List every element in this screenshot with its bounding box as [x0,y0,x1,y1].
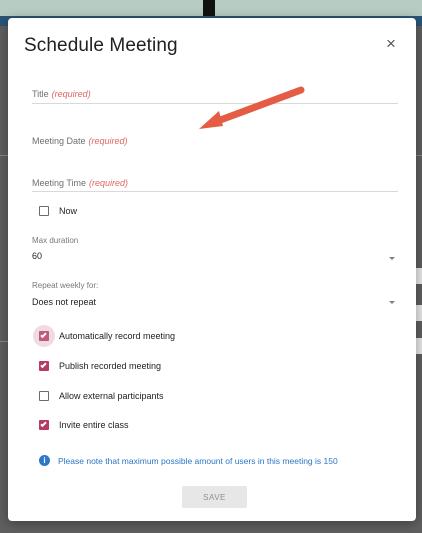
save-button[interactable]: SAVE [182,486,247,508]
capacity-note: i Please note that maximum possible amou… [39,455,338,466]
checkbox-focus-ring [33,325,55,347]
meeting-time-field[interactable]: Meeting Time (required) [32,174,398,192]
title-field-underline [32,103,398,104]
meeting-time-field-underline [32,191,398,192]
automatically-record-meeting-row[interactable]: Automatically record meeting [33,325,176,347]
background-tab-marker [203,0,215,16]
title-field-label: Title (required) [32,89,91,99]
repeat-weekly-label: Repeat weekly for: [32,281,99,290]
title-label-text: Title [32,89,49,99]
repeat-weekly-value: Does not repeat [32,297,97,307]
info-icon: i [39,455,50,466]
max-duration-label: Max duration [32,236,79,245]
allow-external-participants-row[interactable]: Allow external participants [39,391,164,401]
background-stub-2 [416,305,422,321]
invite-entire-class-label: Invite entire class [59,420,129,430]
meeting-time-field-label: Meeting Time (required) [32,178,128,188]
close-icon[interactable]: × [383,35,399,52]
title-field[interactable]: Title (required) [32,86,398,104]
publish-recorded-meeting-checkbox[interactable] [39,361,49,371]
chevron-down-icon[interactable] [389,257,395,260]
publish-recorded-meeting-row[interactable]: Publish recorded meeting [39,361,161,371]
invite-entire-class-row[interactable]: Invite entire class [39,420,129,430]
background-stub-1 [416,268,422,284]
meeting-date-field-label: Meeting Date (required) [32,136,128,146]
now-checkbox-label: Now [59,206,78,216]
meeting-date-field[interactable]: Meeting Date (required) [32,130,398,153]
automatically-record-meeting-label: Automatically record meeting [59,331,176,341]
automatically-record-meeting-checkbox[interactable] [33,325,55,347]
capacity-note-text: Please note that maximum possible amount… [58,455,338,466]
invite-entire-class-checkbox[interactable] [39,420,49,430]
background-stub-3 [416,338,422,354]
max-duration-value: 60 [32,251,43,261]
meeting-time-label-text: Meeting Time [32,178,87,188]
meeting-date-label-text: Meeting Date [32,136,86,146]
modal-title: Schedule Meeting [24,35,178,56]
allow-external-participants-label: Allow external participants [59,391,164,401]
now-checkbox[interactable] [39,206,49,216]
title-required-text: (required) [51,89,91,99]
allow-external-participants-checkbox[interactable] [39,391,49,401]
meeting-time-required-text: (required) [89,178,129,188]
meeting-date-required-text: (required) [88,136,128,146]
schedule-meeting-modal: Schedule Meeting × Title (required) Meeti… [8,18,416,521]
now-checkbox-row[interactable]: Now [39,206,77,216]
chevron-down-icon[interactable] [389,301,395,304]
publish-recorded-meeting-label: Publish recorded meeting [59,361,162,371]
